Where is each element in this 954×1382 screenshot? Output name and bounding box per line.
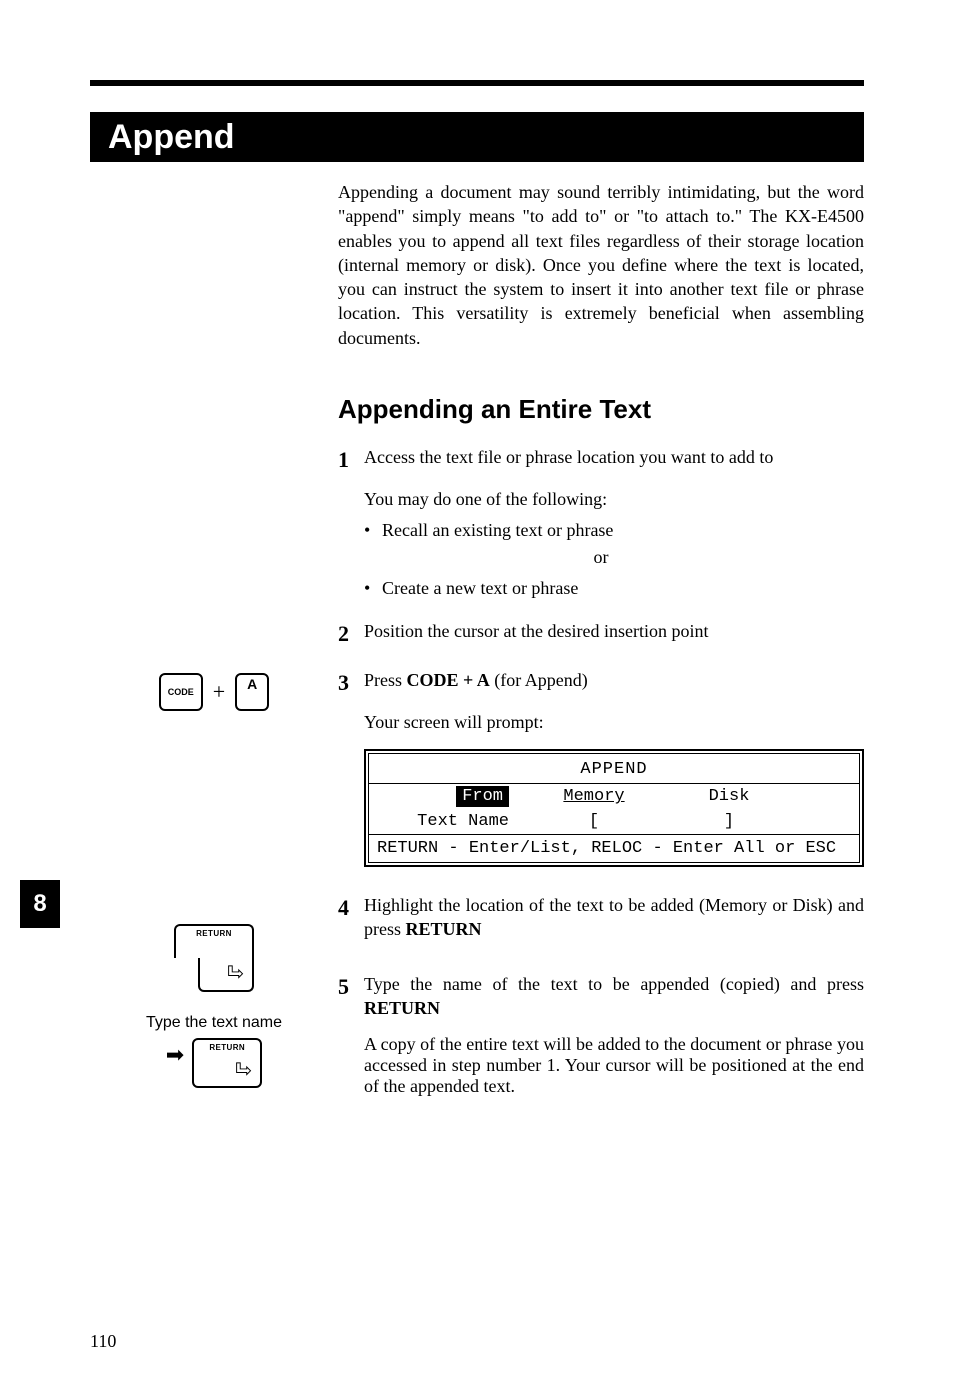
- step-1-or: or: [338, 547, 864, 568]
- step-5-pre: Type the name of the text to be appended…: [364, 974, 864, 994]
- step-1-bullet-1-text: Recall an existing text or phrase: [382, 520, 613, 541]
- screen-row-from: From Memory Disk: [369, 784, 859, 809]
- step-1-bullet-2: •Create a new text or phrase: [364, 578, 864, 599]
- step-2: 2 Position the cursor at the desired ins…: [338, 619, 864, 649]
- step-1-bullet-1: •Recall an existing text or phrase: [364, 520, 864, 541]
- screen-footer: RETURN - Enter/List, RELOC - Enter All o…: [369, 835, 859, 862]
- step-3: 3 Press CODE + A (for Append): [338, 668, 864, 698]
- step-3-code: CODE + A: [407, 670, 490, 690]
- step-4: 4 Highlight the location of the text to …: [338, 893, 864, 942]
- screen-bracket-close: ]: [669, 812, 789, 831]
- plus-icon: +: [213, 679, 225, 705]
- step-5-text: Type the name of the text to be appended…: [364, 972, 864, 1021]
- screen-bracket-open: [: [519, 812, 669, 831]
- step-4-number: 4: [338, 893, 364, 942]
- arrow-return-row: ➡ RETURN ⏎: [90, 1038, 338, 1088]
- keycap-row-code-a: CODE + A: [90, 670, 338, 714]
- margin-column: 8 CODE + A RETURN ⏎ Type the text name ➡: [90, 180, 338, 1097]
- step-1-text: Access the text file or phrase location …: [364, 445, 864, 475]
- return-arrow-icon: ⏎: [227, 964, 244, 984]
- return-keycap-icon: RETURN ⏎: [154, 924, 274, 992]
- right-arrow-icon: ➡: [166, 1042, 184, 1068]
- screen-textname-label: Text Name: [379, 812, 519, 831]
- step-2-number: 2: [338, 619, 364, 649]
- section-banner: Append: [90, 112, 864, 162]
- content-column: Appending a document may sound terribly …: [338, 180, 864, 1097]
- step-3-text: Press CODE + A (for Append): [364, 668, 864, 698]
- return-keycap-label: RETURN: [176, 929, 252, 938]
- type-text-name-label: Type the text name: [90, 1014, 338, 1032]
- screen-from-label: From: [456, 786, 509, 807]
- section-heading: Appending an Entire Text: [338, 394, 864, 425]
- step-5-key: RETURN: [364, 998, 440, 1018]
- return-keycap-icon-2: RETURN ⏎: [192, 1038, 262, 1088]
- screen-memory-option: Memory: [563, 787, 624, 806]
- step-3-prompt-line: Your screen will prompt:: [364, 712, 864, 733]
- step-5-after: A copy of the entire text will be added …: [364, 1034, 864, 1097]
- step-4-text: Highlight the location of the text to be…: [364, 893, 864, 942]
- step-1: 1 Access the text file or phrase locatio…: [338, 445, 864, 475]
- step-3-pre: Press: [364, 670, 407, 690]
- top-rule: [90, 80, 864, 86]
- screen-disk-option: Disk: [669, 787, 789, 806]
- code-keycap-icon: CODE: [159, 673, 203, 711]
- return-arrow-icon-2: ⏎: [235, 1061, 252, 1081]
- step-1-sub: You may do one of the following:: [364, 489, 864, 510]
- screen-title: APPEND: [369, 754, 859, 783]
- screen-prompt-box: APPEND From Memory Disk Text Name [ ] RE…: [364, 749, 864, 867]
- chapter-tab: 8: [20, 880, 60, 928]
- step-5: 5 Type the name of the text to be append…: [338, 972, 864, 1021]
- step-1-bullet-2-text: Create a new text or phrase: [382, 578, 578, 599]
- step-3-post: (for Append): [490, 670, 588, 690]
- step-5-number: 5: [338, 972, 364, 1021]
- step-3-number: 3: [338, 668, 364, 698]
- step-4-key: RETURN: [406, 919, 482, 939]
- screen-row-textname: Text Name [ ]: [369, 809, 859, 834]
- step-2-text: Position the cursor at the desired inser…: [364, 619, 864, 649]
- return-keycap-label-2: RETURN: [194, 1043, 260, 1052]
- a-keycap-icon: A: [235, 673, 269, 711]
- page-number: 110: [90, 1331, 116, 1352]
- intro-paragraph: Appending a document may sound terribly …: [338, 180, 864, 350]
- step-1-number: 1: [338, 445, 364, 475]
- section-title: Append: [90, 114, 253, 161]
